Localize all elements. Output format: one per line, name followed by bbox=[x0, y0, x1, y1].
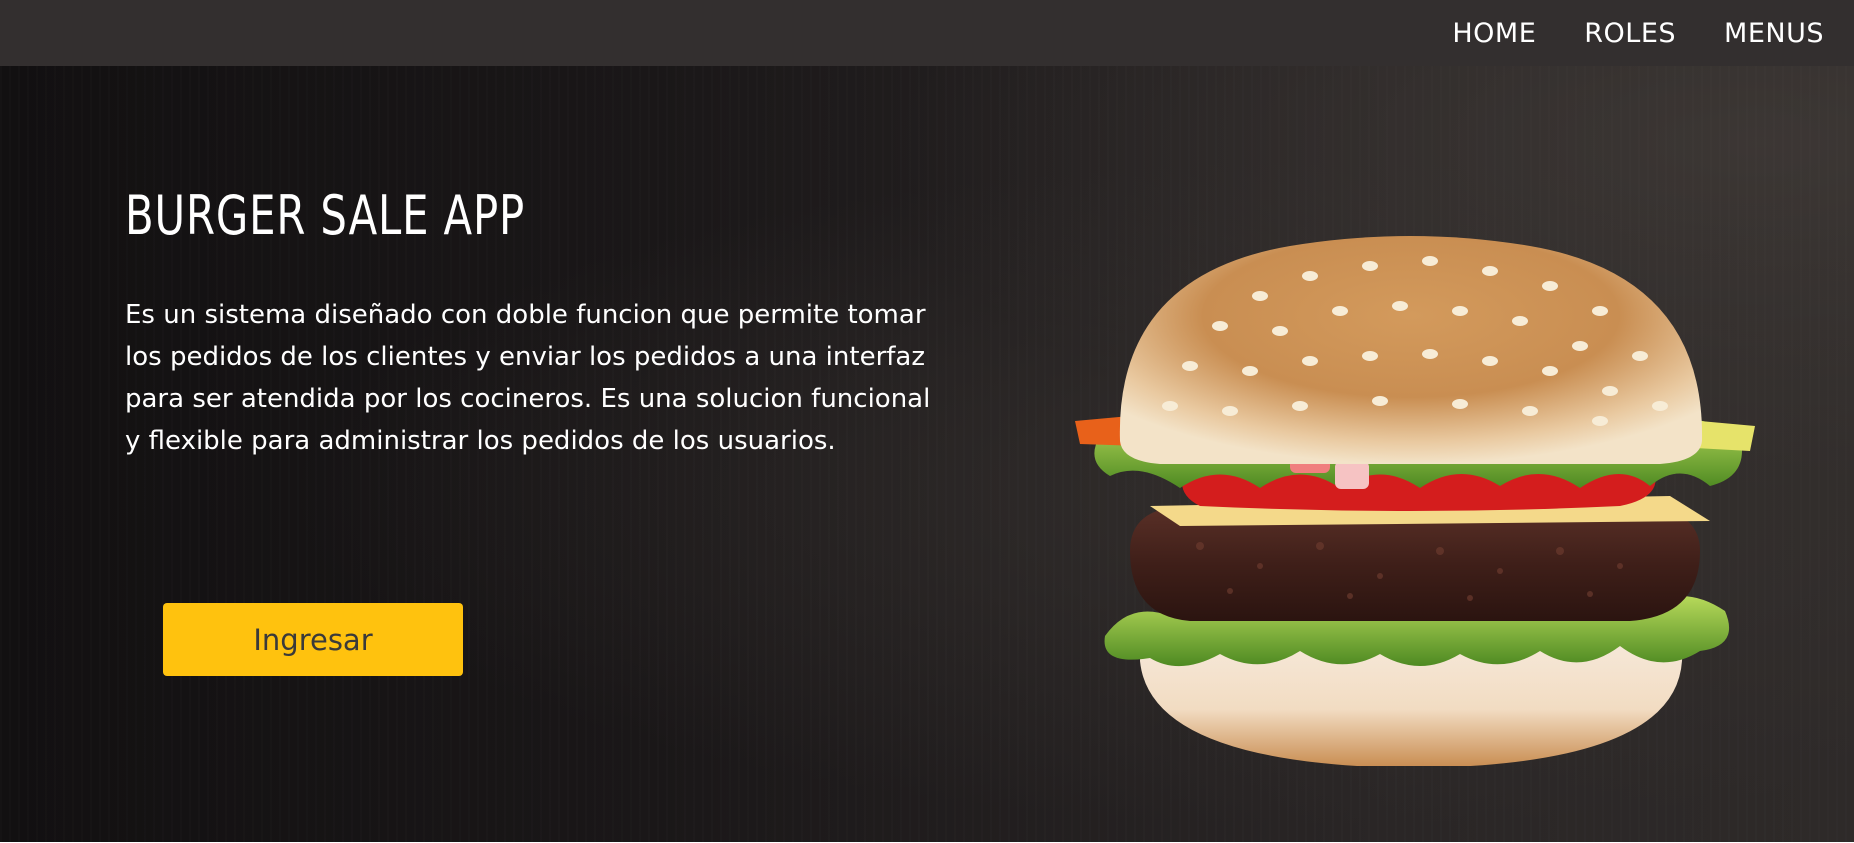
ingresar-button[interactable]: Ingresar bbox=[163, 603, 463, 676]
nav-link-menus[interactable]: MENUS bbox=[1724, 18, 1824, 49]
nav-link-home[interactable]: HOME bbox=[1452, 18, 1536, 49]
hero-section: BURGER SALE APP Es un sistema diseñado c… bbox=[0, 66, 1854, 842]
burger-image bbox=[1075, 236, 1755, 766]
nav-link-roles[interactable]: ROLES bbox=[1584, 18, 1676, 49]
nav-menu: HOME ROLES MENUS bbox=[1404, 18, 1824, 49]
hero-description: Es un sistema diseñado con doble funcion… bbox=[125, 300, 931, 456]
top-navbar: HOME ROLES MENUS bbox=[0, 0, 1854, 66]
hero-title: BURGER SALE APP bbox=[125, 184, 526, 247]
